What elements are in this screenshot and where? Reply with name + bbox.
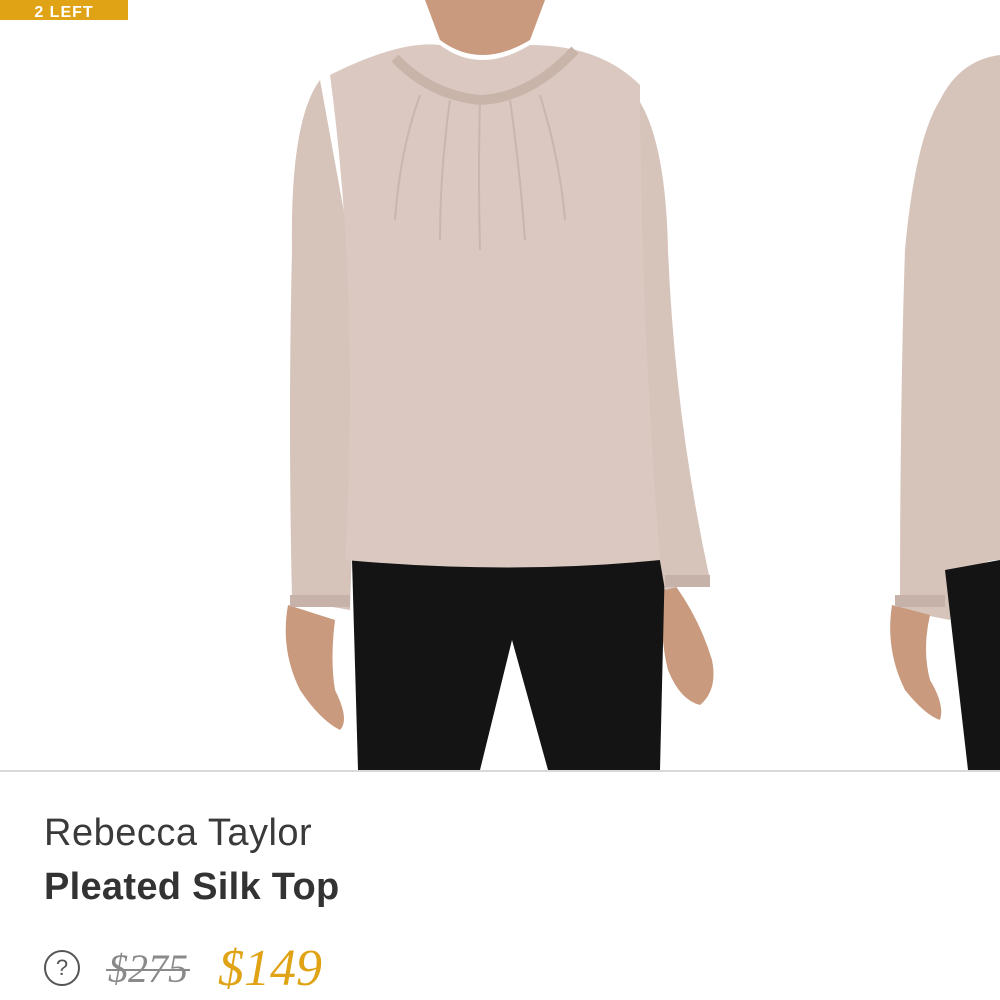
help-icon[interactable]: ? — [44, 950, 80, 986]
sale-price: $149 — [218, 939, 322, 997]
product-image-gallery[interactable]: 2 LEFT — [0, 0, 1000, 770]
original-price: $275 — [106, 945, 190, 991]
product-title[interactable]: Pleated Silk Top — [44, 866, 340, 909]
main-model-image — [285, 0, 714, 770]
next-model-image — [890, 55, 1000, 770]
product-info[interactable]: Rebecca Taylor Pleated Silk Top ? $275 $… — [0, 772, 1000, 1000]
stock-badge: 2 LEFT — [0, 0, 128, 20]
brand-name[interactable]: Rebecca Taylor — [44, 812, 312, 855]
price-row: ? $275 $149 — [44, 939, 322, 997]
product-photo — [285, 0, 1000, 770]
stock-badge-label: 2 LEFT — [34, 4, 94, 21]
